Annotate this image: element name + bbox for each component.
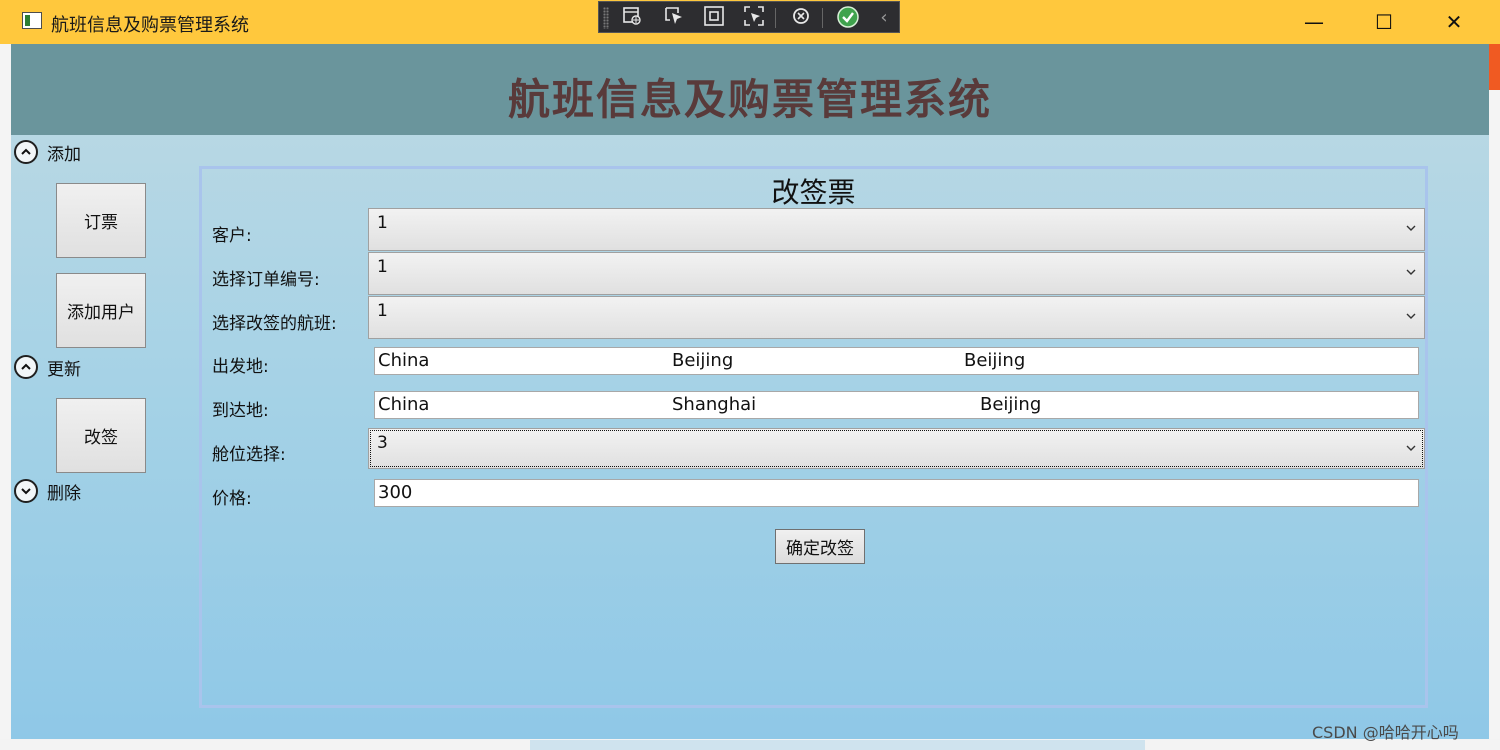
chevron-down-icon [1406,265,1416,279]
background-window-right [1489,90,1500,750]
window-client-area: 航班信息及购票管理系统 添加 订票 添加用户 更新 改签 删除 改签票 客户: … [11,44,1489,739]
xaml-debug-toolbar: ‹ [598,1,900,33]
order-number-select[interactable]: 1 [368,252,1425,295]
close-button[interactable]: ✕ [1422,0,1486,44]
price-value: 300 [378,482,413,503]
confirm-change-button[interactable]: 确定改签 [775,529,865,564]
customer-select-value: 1 [377,213,388,233]
arrival-country: China [378,394,430,415]
chevron-down-icon[interactable] [14,479,38,503]
departure-country: China [378,350,430,371]
track-focused-element-icon[interactable] [741,5,767,31]
chevron-down-icon [1406,221,1416,235]
customer-label: 客户: [212,226,252,246]
price-field[interactable]: 300 [374,479,1419,507]
hot-reload-status-check-icon[interactable] [835,5,861,31]
flight-label: 选择改签的航班: [212,314,337,334]
arrival-airport: Beijing [980,394,1042,415]
select-element-icon[interactable] [661,5,687,31]
departure-airport: Beijing [964,350,1026,371]
change-ticket-button[interactable]: 改签 [56,398,146,473]
expander-update-label: 更新 [47,359,81,380]
maximize-button[interactable]: ☐ [1352,0,1416,44]
add-user-button[interactable]: 添加用户 [56,273,146,348]
order-number-label: 选择订单编号: [212,270,320,290]
expander-add[interactable]: 添加 [14,138,81,166]
toolbar-grip[interactable] [603,7,609,29]
expander-delete[interactable]: 删除 [14,477,81,505]
departure-field[interactable]: China Beijing Beijing [374,347,1419,375]
minimize-button[interactable]: — [1282,0,1346,44]
form-title: 改签票 [771,176,856,209]
title-bar: 航班信息及购票管理系统 ‹ — ☐ ✕ [0,0,1500,44]
expander-delete-label: 删除 [47,483,81,504]
live-visual-tree-icon[interactable] [619,5,645,31]
departure-label: 出发地: [212,357,269,377]
flight-select[interactable]: 1 [368,296,1425,339]
change-ticket-form: 改签票 客户: 1 选择订单编号: 1 选择改签的航班: 1 出发地: Chin… [199,166,1428,708]
expander-add-label: 添加 [47,144,81,165]
chevron-up-icon[interactable] [14,355,38,379]
toolbar-separator [775,8,776,28]
customer-select[interactable]: 1 [368,208,1425,251]
app-header: 航班信息及购票管理系统 [11,44,1489,135]
chevron-down-icon [1406,309,1416,323]
background-window-left [0,44,11,750]
chevron-down-icon [1406,441,1416,455]
cabin-select-value: 3 [377,433,388,453]
background-window-accent [1489,44,1500,90]
cabin-select[interactable]: 3 [368,428,1425,469]
background-thumbnail [530,740,1145,750]
hot-reload-icon[interactable] [788,5,814,31]
flight-select-value: 1 [377,301,388,321]
order-number-select-value: 1 [377,257,388,277]
departure-city: Beijing [672,350,734,371]
display-layout-adorners-icon[interactable] [701,5,727,31]
toolbar-separator [822,8,823,28]
app-icon [22,12,42,29]
arrival-city: Shanghai [672,394,757,415]
price-label: 价格: [212,489,252,509]
window-title: 航班信息及购票管理系统 [51,15,249,35]
csdn-watermark: CSDN @哈哈开心吗 [1312,723,1459,742]
arrival-label: 到达地: [212,401,269,421]
header-title: 航班信息及购票管理系统 [507,75,992,124]
expander-update[interactable]: 更新 [14,353,81,381]
chevron-up-icon[interactable] [14,140,38,164]
arrival-field[interactable]: China Shanghai Beijing [374,391,1419,419]
book-ticket-button[interactable]: 订票 [56,183,146,258]
cabin-label: 舱位选择: [212,445,286,465]
collapse-toolbar-chevron-icon[interactable]: ‹ [871,5,897,31]
